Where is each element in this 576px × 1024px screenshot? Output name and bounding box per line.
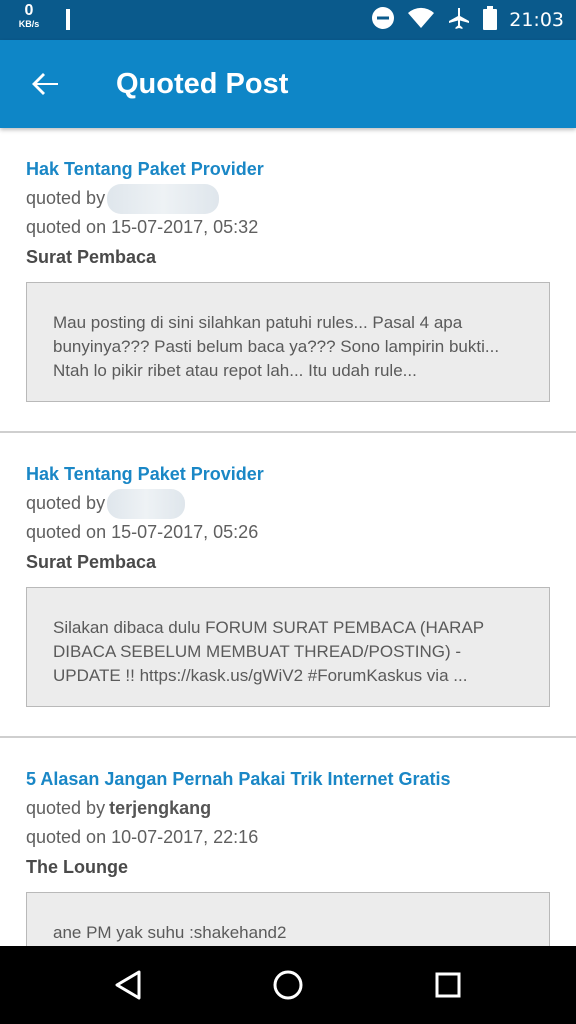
- nav-home-button[interactable]: [268, 965, 308, 1005]
- quote-excerpt[interactable]: ane PM yak suhu :shakehand2: [26, 892, 550, 946]
- quote-text: Mau posting di sini silahkan patuhi rule…: [53, 313, 500, 380]
- nav-back-button[interactable]: [108, 965, 148, 1005]
- quoted-post-list[interactable]: Hak Tentang Paket Provider quoted by quo…: [0, 128, 576, 946]
- quoted-by: quoted by terjengkang: [26, 794, 550, 823]
- quoted-by-user[interactable]: terjengkang: [109, 794, 211, 823]
- quote-excerpt[interactable]: Silakan dibaca dulu FORUM SURAT PEMBACA …: [26, 587, 550, 707]
- back-triangle-icon: [115, 970, 141, 1000]
- nav-recents-button[interactable]: [428, 965, 468, 1005]
- network-speed-unit: KB/s: [18, 19, 40, 29]
- list-item[interactable]: Hak Tentang Paket Provider quoted by quo…: [0, 128, 576, 433]
- status-bar: 0 KB/s 21:03: [0, 0, 576, 40]
- forum-name[interactable]: Surat Pembaca: [26, 242, 550, 272]
- quoted-by: quoted by: [26, 183, 550, 214]
- home-circle-icon: [273, 970, 303, 1000]
- quoted-by-label: quoted by: [26, 493, 106, 513]
- system-nav-bar: [0, 946, 576, 1024]
- arrow-left-icon: [32, 73, 58, 95]
- status-time: 21:03: [509, 9, 564, 31]
- quote-excerpt[interactable]: Mau posting di sini silahkan patuhi rule…: [26, 282, 550, 402]
- quote-text: ane PM yak suhu :shakehand2: [53, 923, 287, 942]
- forum-name[interactable]: The Lounge: [26, 852, 550, 882]
- recents-square-icon: [435, 972, 461, 998]
- quoted-on: quoted on 15-07-2017, 05:26: [26, 522, 259, 542]
- quoted-on: quoted on 15-07-2017, 05:32: [26, 217, 259, 237]
- dnd-icon: [371, 6, 395, 35]
- wifi-icon: [407, 7, 435, 34]
- quoted-by-label: quoted by: [26, 798, 106, 818]
- forum-name[interactable]: Surat Pembaca: [26, 547, 550, 577]
- redacted-username: [107, 183, 220, 214]
- battery-icon: [483, 5, 498, 35]
- post-title[interactable]: Hak Tentang Paket Provider: [26, 154, 550, 184]
- post-title[interactable]: Hak Tentang Paket Provider: [26, 459, 550, 489]
- airplane-icon: [447, 6, 471, 35]
- redacted-username: [107, 488, 186, 519]
- network-speed: 0 KB/s: [14, 3, 44, 29]
- post-title[interactable]: 5 Alasan Jangan Pernah Pakai Trik Intern…: [26, 764, 550, 794]
- list-item[interactable]: 5 Alasan Jangan Pernah Pakai Trik Intern…: [0, 738, 576, 946]
- back-button[interactable]: [26, 64, 66, 104]
- app-bar: Quoted Post: [0, 40, 576, 128]
- list-item[interactable]: Hak Tentang Paket Provider quoted by quo…: [0, 433, 576, 738]
- network-speed-value: 0: [24, 2, 34, 19]
- quoted-on: quoted on 10-07-2017, 22:16: [26, 827, 259, 847]
- quoted-by-label: quoted by: [26, 188, 106, 208]
- page-title: Quoted Post: [116, 68, 289, 100]
- signal-icon: [66, 9, 70, 30]
- quote-text: Silakan dibaca dulu FORUM SURAT PEMBACA …: [53, 618, 484, 685]
- quoted-by: quoted by: [26, 488, 550, 519]
